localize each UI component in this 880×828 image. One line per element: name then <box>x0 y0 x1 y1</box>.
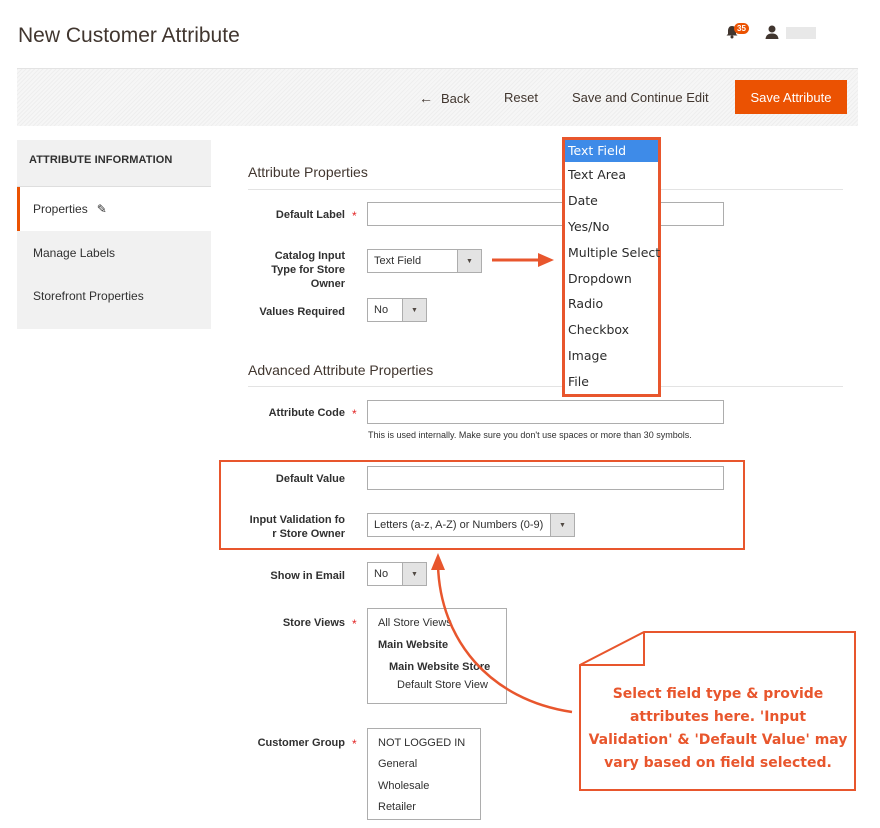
annotation-curved-arrow <box>431 553 573 714</box>
callout-line: Select field type & provide <box>612 686 824 702</box>
callout-line: Validation' & 'Default Value' may <box>588 732 848 748</box>
annotation-arrow-to-dropdown <box>492 253 554 267</box>
annotation-callout-text: Select field type & provide attributes h… <box>583 683 853 775</box>
callout-line: vary based on field selected. <box>604 755 832 771</box>
callout-line: attributes here. 'Input <box>629 709 807 725</box>
